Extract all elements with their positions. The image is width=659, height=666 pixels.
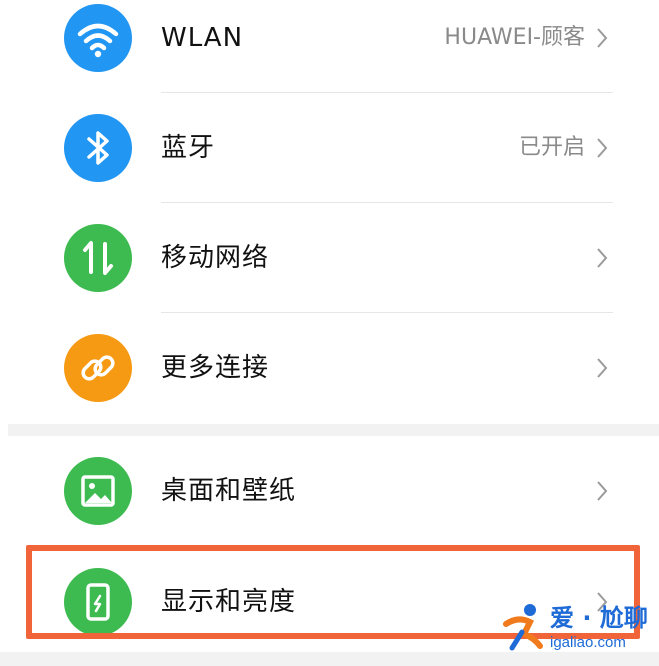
settings-item-label: WLAN [161, 23, 244, 53]
settings-item-label: 显示和亮度 [161, 587, 297, 617]
settings-item-value: HUAWEI-顾客 [444, 25, 585, 50]
phone-display-icon [64, 568, 132, 636]
chevron-right-icon [597, 28, 608, 48]
settings-item-value: 已开启 [518, 135, 585, 160]
link-icon [64, 334, 132, 402]
settings-item-bluetooth[interactable]: 蓝牙 已开启 [0, 93, 659, 203]
chevron-right-icon [597, 358, 608, 378]
chevron-right-icon [597, 138, 608, 158]
wifi-icon [64, 4, 132, 72]
chevron-right-icon [597, 248, 608, 268]
settings-item-wlan[interactable]: WLAN HUAWEI-顾客 [0, 0, 659, 93]
bluetooth-icon [64, 114, 132, 182]
settings-item-label: 移动网络 [161, 243, 270, 273]
chevron-right-icon [597, 481, 608, 501]
settings-item-label: 蓝牙 [161, 133, 216, 163]
watermark: 爱 · 尬聊 igaliao.com [500, 598, 659, 666]
section-gap [8, 424, 659, 436]
watermark-logo-icon [503, 604, 543, 651]
settings-item-more-connections[interactable]: 更多连接 [0, 313, 659, 423]
image-icon [64, 457, 132, 525]
watermark-url: igaliao.com [550, 634, 626, 651]
settings-item-home-wallpaper[interactable]: 桌面和壁纸 [0, 436, 659, 546]
settings-item-label: 桌面和壁纸 [161, 476, 297, 506]
settings-item-label: 更多连接 [161, 353, 270, 383]
mobile-network-icon [64, 224, 132, 292]
settings-item-mobile-network[interactable]: 移动网络 [0, 203, 659, 313]
watermark-brand: 爱 · 尬聊 [550, 604, 648, 632]
